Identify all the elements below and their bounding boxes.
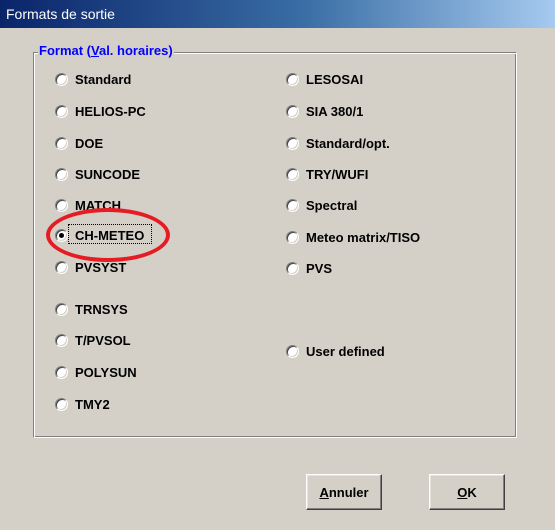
radio-circle <box>286 198 299 212</box>
radio-circle <box>55 167 68 181</box>
radio-circle <box>286 167 299 181</box>
radio-label: Standard/opt. <box>306 135 390 151</box>
radio-tmy2[interactable]: TMY2 <box>55 395 110 413</box>
radio-lesosai[interactable]: LESOSAI <box>286 70 363 88</box>
title-bar[interactable]: Formats de sortie <box>0 0 555 28</box>
window-title: Formats de sortie <box>6 6 115 22</box>
radio-label: Spectral <box>306 197 358 213</box>
radio-label: DOE <box>75 135 104 151</box>
radio-doe[interactable]: DOE <box>55 134 103 152</box>
radio-label: T/PVSOL <box>75 332 131 348</box>
radio-circle <box>286 344 299 358</box>
ok-button[interactable]: OK <box>429 474 505 510</box>
radio-label: POLYSUN <box>75 364 137 380</box>
radio-polysun[interactable]: POLYSUN <box>55 363 137 381</box>
radio-standard[interactable]: Standard <box>55 70 131 88</box>
radio-try-wufi[interactable]: TRY/WUFI <box>286 165 368 183</box>
radio-circle <box>286 261 299 275</box>
radio-label: Standard <box>75 71 132 87</box>
radio-label: User defined <box>306 343 385 359</box>
radio-circle <box>55 302 68 316</box>
radio-circle <box>286 136 299 150</box>
radio-label: Meteo matrix/TISO <box>306 229 421 245</box>
radio-label: SUNCODE <box>75 166 141 182</box>
radio-label: TMY2 <box>75 396 110 412</box>
radio-circle <box>55 365 68 379</box>
radio-label: TRNSYS <box>75 301 128 317</box>
radio-circle <box>55 104 68 118</box>
radio-circle <box>286 230 299 244</box>
radio-circle <box>55 72 68 86</box>
radio-meteo-matrix-tiso[interactable]: Meteo matrix/TISO <box>286 228 420 246</box>
radio-label: HELIOS-PC <box>75 103 146 119</box>
cancel-button[interactable]: Annuler <box>306 474 382 510</box>
radio-trnsys[interactable]: TRNSYS <box>55 300 128 318</box>
radio-circle <box>55 397 68 411</box>
radio-label: LESOSAI <box>306 71 364 87</box>
radio-circle <box>286 72 299 86</box>
formats-de-sortie-dialog: Formats de sortie Format (Val. horaires)… <box>0 0 555 530</box>
format-group-legend: Format (Val. horaires) <box>38 43 174 58</box>
radio-circle <box>286 104 299 118</box>
radio-label: TRY/WUFI <box>306 166 369 182</box>
radio-circle <box>55 260 68 274</box>
radio-user-defined[interactable]: User defined <box>286 342 385 360</box>
radio-circle <box>55 333 68 347</box>
radio-suncode[interactable]: SUNCODE <box>55 165 140 183</box>
radio-circle <box>55 136 68 150</box>
radio-standard-opt[interactable]: Standard/opt. <box>286 134 390 152</box>
radio-label: PVS <box>306 260 333 276</box>
highlight-ellipse <box>46 208 170 262</box>
radio-label: SIA 380/1 <box>306 103 364 119</box>
radio-helios-pc[interactable]: HELIOS-PC <box>55 102 146 120</box>
radio-circle <box>55 198 68 212</box>
radio-pvs[interactable]: PVS <box>286 259 332 277</box>
radio-spectral[interactable]: Spectral <box>286 196 357 214</box>
radio-sia-380-1[interactable]: SIA 380/1 <box>286 102 363 120</box>
radio-t-pvsol[interactable]: T/PVSOL <box>55 331 131 349</box>
